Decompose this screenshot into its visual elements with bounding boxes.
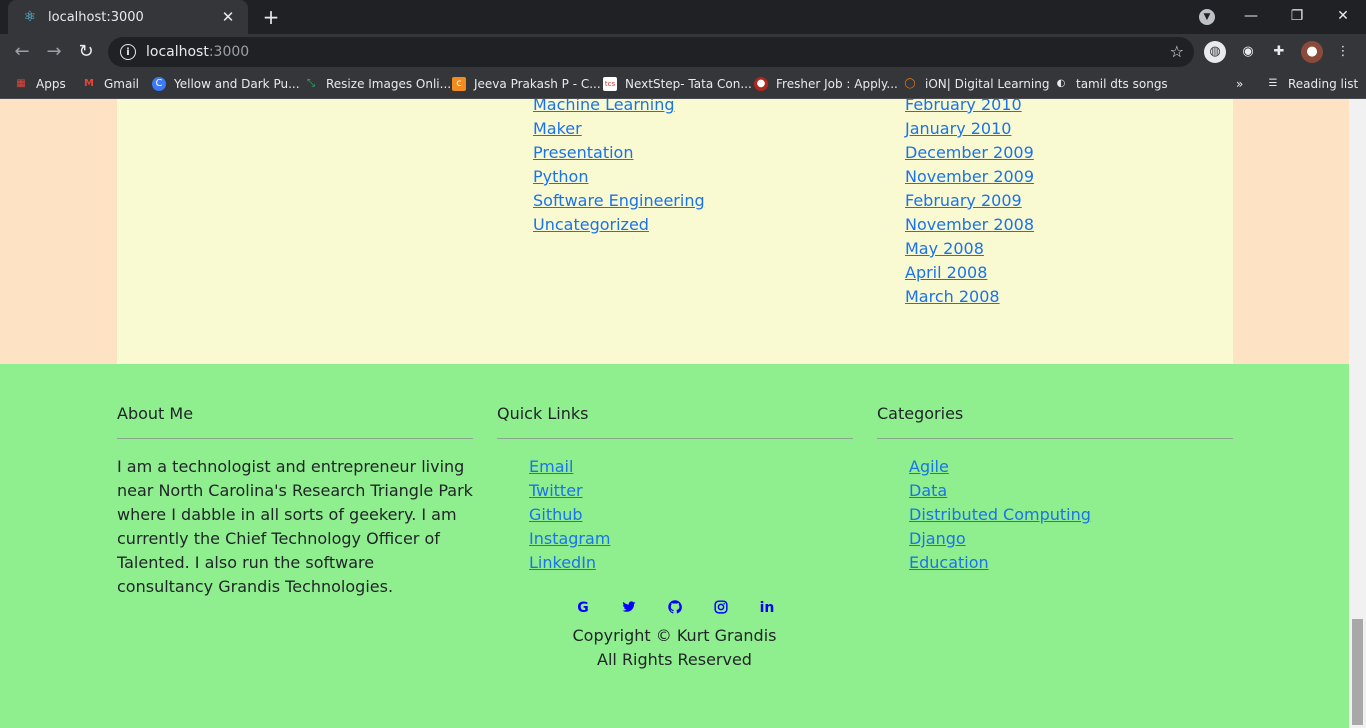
bookmark-apps[interactable]: ▦ Apps (14, 75, 65, 93)
gmail-icon: M (84, 78, 94, 89)
github-link[interactable]: Github (529, 503, 853, 527)
linkedin-link[interactable]: LinkedIn (529, 551, 853, 575)
sidebar-archives-list: February 2010 January 2010 December 2009… (905, 99, 1034, 309)
address-bar[interactable]: i localhost:3000 ☆ (108, 37, 1194, 67)
sidebar-categories-list: Machine Learning Maker Presentation Pyth… (533, 99, 705, 237)
about-text: I am a technologist and entrepreneur liv… (117, 457, 473, 596)
menu-icon[interactable]: ⋮ (1332, 41, 1354, 63)
canva-icon: C (152, 77, 166, 91)
archive-link[interactable]: November 2009 (905, 165, 1034, 189)
categories-section: Categories Agile Data Distributed Comput… (877, 404, 1233, 575)
bookmark-tcs[interactable]: tcs NextStep- Tata Con... (603, 75, 752, 93)
archive-link[interactable]: May 2008 (905, 237, 1034, 261)
restore-icon[interactable]: ❐ (1274, 0, 1320, 34)
archive-link[interactable]: February 2009 (905, 189, 1034, 213)
resume-icon: c (452, 77, 466, 91)
categories-list: Agile Data Distributed Computing Django … (877, 455, 1233, 575)
rights-text: All Rights Reserved (597, 650, 752, 669)
content-background: Machine Learning Maker Presentation Pyth… (0, 99, 1349, 364)
categories-heading: Categories (877, 404, 964, 423)
tab-search-icon[interactable]: ▼ (1199, 9, 1215, 25)
google-icon[interactable]: G (575, 600, 591, 616)
vpn-extension-icon[interactable]: ◍ (1204, 41, 1226, 63)
reading-list[interactable]: ☰ Reading list (1266, 75, 1359, 93)
page-viewport: Machine Learning Maker Presentation Pyth… (0, 99, 1349, 728)
divider (117, 438, 473, 439)
category-link-machine-learning[interactable]: Machine Learning (533, 99, 705, 117)
extensions-icon[interactable]: ✚ (1268, 41, 1290, 63)
bookmark-canva[interactable]: C Yellow and Dark Pu... (152, 75, 300, 93)
back-icon[interactable]: ← (10, 40, 34, 64)
apps-icon: ▦ (16, 78, 26, 89)
tcs-icon: tcs (603, 77, 617, 91)
category-link-agile[interactable]: Agile (909, 455, 1233, 479)
fresher-icon: ● (754, 77, 768, 91)
minimize-icon[interactable]: — (1228, 0, 1274, 34)
reading-list-icon: ☰ (1268, 78, 1278, 89)
quick-links-list: Email Twitter Github Instagram LinkedIn (497, 455, 853, 575)
ion-icon: ◯ (904, 78, 916, 89)
about-section: About Me I am a technologist and entrepr… (117, 404, 473, 599)
react-icon: ⚛ (23, 9, 37, 25)
divider (877, 438, 1233, 439)
social-icons: G in (575, 600, 805, 616)
category-link-uncategorized[interactable]: Uncategorized (533, 213, 705, 237)
bookmark-resize[interactable]: ⤡ Resize Images Onli... (304, 75, 451, 93)
close-window-icon[interactable]: ✕ (1320, 0, 1366, 34)
archive-link[interactable]: February 2010 (905, 99, 1034, 117)
record-extension-icon[interactable]: ◉ (1237, 41, 1259, 63)
quick-links-heading: Quick Links (497, 404, 589, 423)
bookmark-tamil-songs[interactable]: ◐ tamil dts songs (1054, 75, 1168, 93)
site-footer: About Me I am a technologist and entrepr… (0, 364, 1349, 728)
profile-avatar[interactable]: ● (1301, 41, 1323, 63)
category-link-maker[interactable]: Maker (533, 117, 705, 141)
bookmarks-bar: ▦ Apps M Gmail C Yellow and Dark Pu... ⤡ Res… (0, 70, 1366, 99)
copyright-text: Copyright © Kurt Grandis (572, 626, 777, 645)
forward-icon[interactable]: → (42, 40, 66, 64)
page-scrollbar[interactable] (1349, 99, 1366, 728)
category-link-python[interactable]: Python (533, 165, 705, 189)
linkedin-icon[interactable]: in (759, 600, 775, 616)
category-link-education[interactable]: Education (909, 551, 1233, 575)
tab-title: localhost:3000 (48, 9, 144, 25)
more-bookmarks-icon[interactable]: » (1236, 75, 1243, 93)
category-link-software-engineering[interactable]: Software Engineering (533, 189, 705, 213)
reload-icon[interactable]: ↻ (74, 40, 98, 64)
new-tab-button[interactable]: + (259, 5, 283, 29)
scrollbar-thumb[interactable] (1352, 619, 1363, 725)
close-tab-icon[interactable]: ✕ (218, 8, 238, 26)
quick-links-section: Quick Links Email Twitter Github Instagr… (497, 404, 853, 575)
category-link-presentation[interactable]: Presentation (533, 141, 705, 165)
archive-link[interactable]: January 2010 (905, 117, 1034, 141)
about-heading: About Me (117, 404, 194, 423)
browser-toolbar: ← → ↻ i localhost:3000 ☆ ◍ ◉ ✚ ● ⋮ (0, 34, 1366, 70)
email-link[interactable]: Email (529, 455, 853, 479)
tab-strip: ⚛ localhost:3000 ✕ + ▼ — ❐ ✕ (0, 0, 1366, 34)
archive-link[interactable]: April 2008 (905, 261, 1034, 285)
category-link-django[interactable]: Django (909, 527, 1233, 551)
bookmark-star-icon[interactable]: ☆ (1170, 42, 1184, 61)
globe-icon: ◐ (1056, 78, 1066, 89)
url-text: localhost:3000 (146, 44, 250, 60)
archive-link[interactable]: March 2008 (905, 285, 1034, 309)
category-link-distributed-computing[interactable]: Distributed Computing (909, 503, 1233, 527)
browser-tab[interactable]: ⚛ localhost:3000 ✕ (8, 0, 248, 34)
bookmark-ion[interactable]: ◯ iON| Digital Learning (903, 75, 1049, 93)
bookmark-gmail[interactable]: M Gmail (82, 75, 139, 93)
bookmark-fresher[interactable]: ● Fresher Job : Apply... (754, 75, 898, 93)
info-icon[interactable]: i (120, 44, 136, 60)
archive-link[interactable]: December 2009 (905, 141, 1034, 165)
divider (497, 438, 853, 439)
instagram-link[interactable]: Instagram (529, 527, 853, 551)
github-icon[interactable] (667, 600, 683, 616)
bookmark-resume[interactable]: c Jeeva Prakash P - C... (452, 75, 601, 93)
twitter-link[interactable]: Twitter (529, 479, 853, 503)
resize-icon: ⤡ (307, 78, 315, 89)
archive-link[interactable]: November 2008 (905, 213, 1034, 237)
instagram-icon[interactable] (713, 600, 729, 616)
twitter-icon[interactable] (621, 600, 637, 616)
category-link-data[interactable]: Data (909, 479, 1233, 503)
